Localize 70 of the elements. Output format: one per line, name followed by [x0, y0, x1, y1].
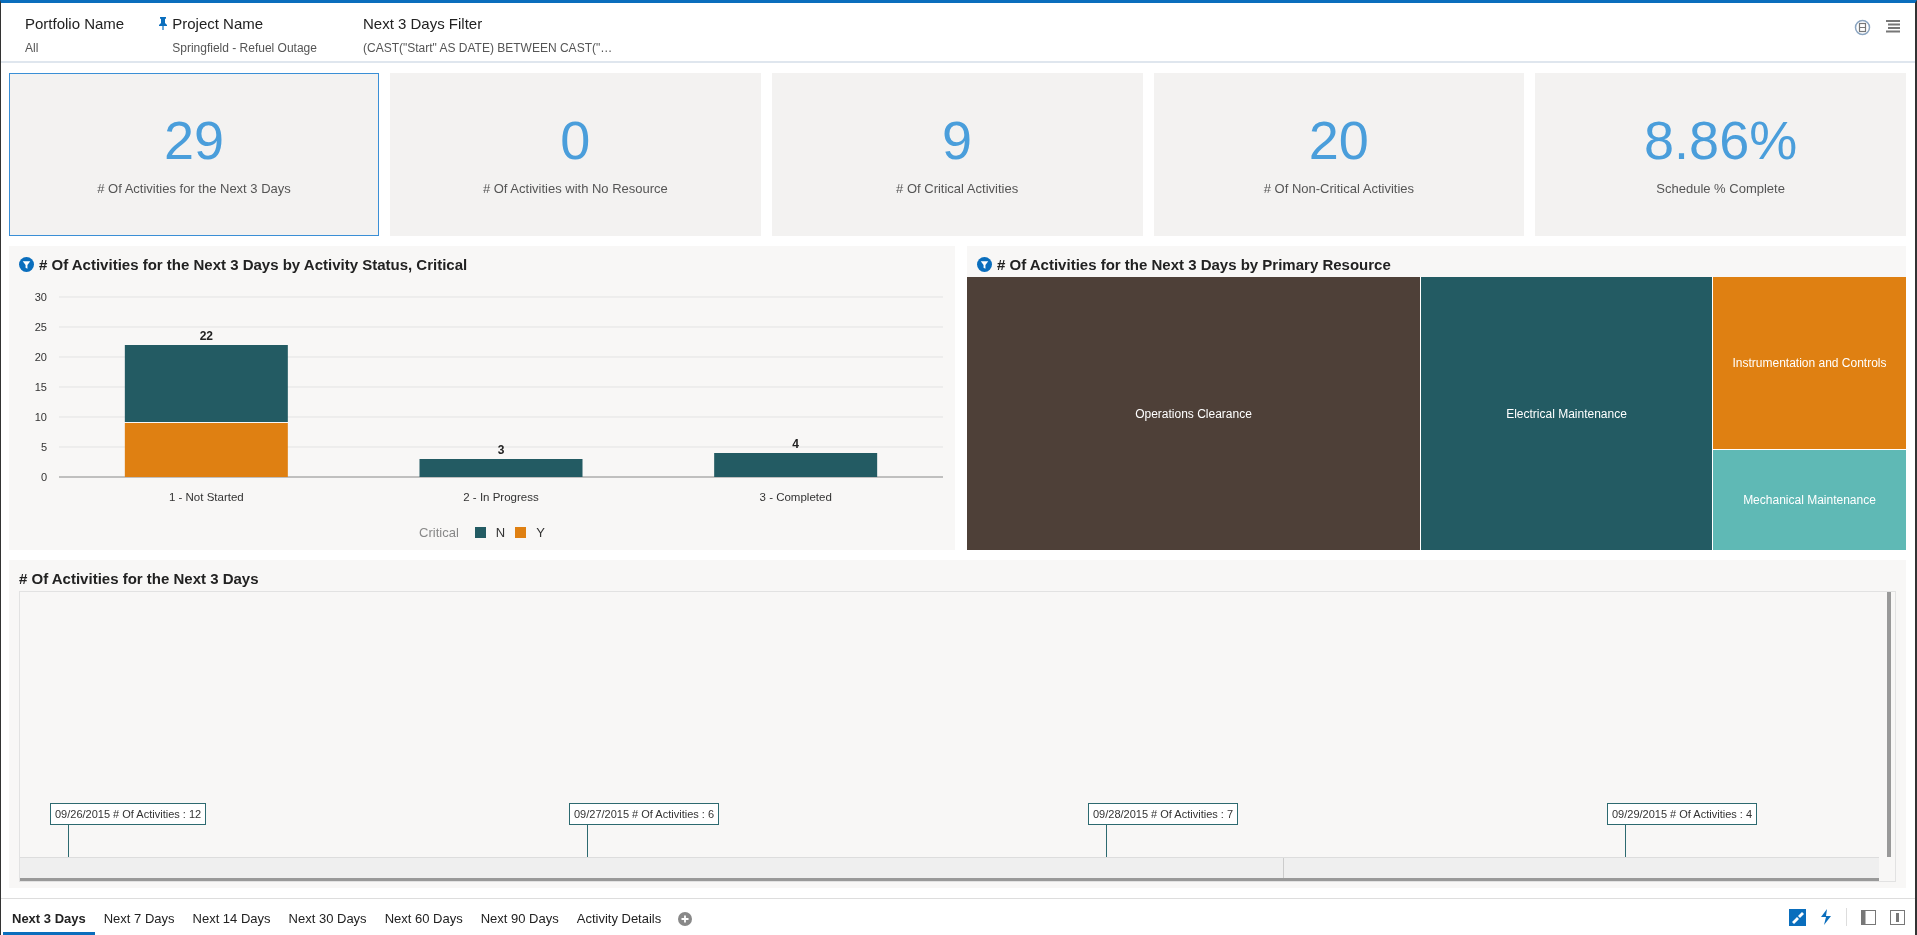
category-label: 2 - In Progress — [463, 491, 539, 503]
category-label: 1 - Not Started — [168, 491, 244, 503]
callout-stem — [587, 825, 588, 857]
chart-title: # Of Activities for the Next 3 Days by Activity Status, Critical — [39, 256, 468, 273]
menu-icon[interactable] — [1885, 19, 1901, 34]
legend-label[interactable]: N — [495, 525, 506, 540]
kpi-label: # Of Activities with No Resource — [482, 181, 668, 196]
chart-title: # Of Activities for the Next 3 Days — [19, 570, 259, 587]
kpi-label: # Of Critical Activities — [896, 181, 1019, 196]
treemap-tile[interactable]: Operations Clearance — [967, 277, 1420, 550]
kpi-label: # Of Activities for the Next 3 Days — [97, 181, 291, 196]
page-tab[interactable]: Next 30 Days — [279, 899, 376, 935]
legend-label[interactable]: Y — [536, 525, 545, 540]
page-tab[interactable]: Next 14 Days — [183, 899, 280, 935]
axis-tick-label: 15 — [34, 381, 47, 393]
filter-icon[interactable] — [977, 257, 992, 272]
filter-label: Project Name — [172, 15, 264, 32]
callout-stem — [1106, 825, 1107, 857]
filter-label: Next 3 Days Filter — [362, 15, 483, 32]
category-label: 3 - Completed — [759, 491, 832, 503]
comment-icon[interactable] — [1854, 19, 1871, 36]
axis-tick-label: 25 — [34, 321, 47, 333]
kpi-tile[interactable]: 9 # Of Critical Activities — [771, 73, 1143, 236]
axis-tick-label: 10 — [34, 411, 47, 423]
timeline-callout[interactable]: 09/29/2015 # Of Activities : 4 — [1607, 803, 1758, 825]
page-tab[interactable]: Activity Details — [567, 899, 671, 935]
value-label: 4 — [792, 437, 799, 451]
kpi-tile[interactable]: 20 # Of Non-Critical Activities — [1153, 73, 1525, 236]
pin-icon[interactable] — [158, 17, 169, 30]
filter-value[interactable]: Springfield - Refuel Outage — [158, 41, 317, 55]
legend-title: Critical — [419, 525, 459, 540]
value-label: 3 — [497, 443, 505, 457]
timeline-callout[interactable]: 09/27/2015 # Of Activities : 6 — [569, 803, 720, 825]
timeline-callout[interactable]: 09/28/2015 # Of Activities : 7 — [1088, 803, 1239, 825]
plus-icon — [678, 912, 693, 926]
legend-swatch — [515, 527, 527, 538]
axis-tick-label: 20 — [34, 351, 47, 363]
legend-swatch — [474, 527, 486, 538]
filter-value[interactable]: All — [25, 41, 125, 55]
page-tab[interactable]: Next 7 Days — [94, 899, 184, 935]
kpi-value: 0 — [560, 113, 591, 167]
timeline-track[interactable] — [20, 857, 1879, 881]
kpi-label: # Of Non-Critical Activities — [1263, 181, 1414, 196]
scrollbar[interactable] — [1887, 592, 1891, 857]
filter-value[interactable]: (CAST("Start" AS DATE) BETWEEN CAST("… — [362, 41, 613, 55]
kpi-tile[interactable]: 29 # Of Activities for the Next 3 Days — [9, 73, 379, 236]
timeline-callout[interactable]: 09/26/2015 # Of Activities : 12 — [50, 803, 207, 825]
treemap-tile[interactable]: Electrical Maintenance — [1421, 277, 1712, 550]
kpi-tile[interactable]: 8.86% Schedule % Complete — [1535, 73, 1906, 236]
axis-tick-label: 0 — [40, 471, 47, 483]
kpi-value: 29 — [163, 113, 225, 167]
kpi-value: 8.86% — [1644, 113, 1798, 167]
page-tab[interactable]: Next 3 Days — [3, 899, 95, 935]
callout-stem — [1625, 825, 1626, 857]
filter-label: Portfolio Name — [25, 15, 125, 32]
value-label: 22 — [199, 329, 213, 343]
callout-stem — [68, 825, 69, 857]
page-tab[interactable]: Next 90 Days — [471, 899, 568, 935]
chart-title: # Of Activities for the Next 3 Days by Primary Resource — [997, 256, 1391, 273]
kpi-value: 20 — [1308, 113, 1369, 167]
axis-tick-label: 5 — [40, 441, 47, 453]
axis-tick-label: 30 — [34, 291, 47, 303]
kpi-value: 9 — [942, 113, 973, 167]
page-tab[interactable]: Next 60 Days — [375, 899, 472, 935]
panel-icon[interactable] — [1890, 909, 1905, 925]
panel-icon[interactable] — [1861, 909, 1876, 925]
filter-icon[interactable] — [19, 257, 34, 272]
lightning-icon[interactable] — [1820, 909, 1832, 925]
kpi-label: Schedule % Complete — [1656, 181, 1785, 196]
kpi-tile[interactable]: 0 # Of Activities with No Resource — [390, 73, 761, 236]
